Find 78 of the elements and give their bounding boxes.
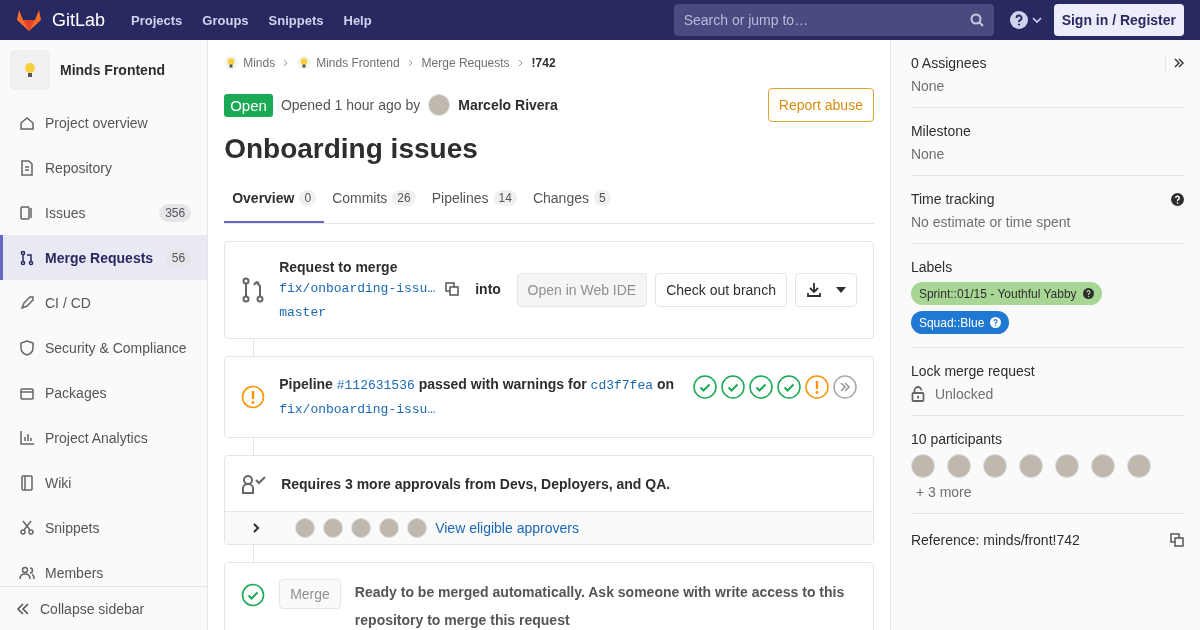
approvals-text: Requires 3 more approvals from Devs, Deployers, and QA.	[281, 475, 671, 492]
breadcrumb-link[interactable]: Minds	[243, 56, 276, 70]
section-value: None	[910, 146, 946, 162]
count-badge: 56	[165, 248, 192, 267]
view-approvers-link[interactable]: View eligible approvers	[435, 520, 579, 536]
sidebar-item-label: Project Analytics	[45, 429, 148, 446]
reference-text: Reference: minds/front!742	[910, 532, 1080, 548]
tab-label: Pipelines	[431, 189, 489, 206]
sidebar-item[interactable]: Project Analytics	[0, 425, 208, 450]
merge-status-text: Ready to be merged automatically. Ask someone with write access to this repository to merge this request	[354, 583, 846, 630]
section-title: 0 Assignees	[910, 55, 987, 71]
tab-label: Overview	[232, 189, 295, 206]
request-heading: Request to merge	[279, 258, 399, 277]
tab[interactable]: Overview 0	[224, 174, 325, 223]
count-badge: 356	[159, 203, 192, 222]
sidebar-item[interactable]: Snippets	[0, 515, 208, 540]
sidebar-item[interactable]: Wiki	[0, 470, 208, 495]
section-value: None	[910, 78, 946, 94]
brand-name[interactable]: GitLab	[52, 9, 106, 31]
sidebar-item-label: Issues	[45, 204, 86, 221]
checkout-branch-button[interactable]: Check out branch	[655, 273, 787, 307]
more-participants-link[interactable]: + 3 more	[910, 484, 972, 500]
section-title: Labels	[910, 259, 953, 275]
nav-link[interactable]: Snippets	[268, 12, 324, 28]
sidebar-item-label: CI / CD	[45, 294, 91, 311]
section-value: Unlocked	[934, 386, 994, 402]
sidebar-item[interactable]: Issues 356	[0, 200, 208, 225]
tab[interactable]: Commits 26	[324, 174, 424, 223]
sidebar-item[interactable]: Project overview	[0, 110, 208, 135]
section-title: Milestone	[910, 123, 971, 139]
sidebar-item-label: Repository	[45, 159, 112, 176]
sidebar-item[interactable]: CI / CD	[0, 290, 208, 315]
sign-in-button[interactable]: Sign in / Register	[1053, 4, 1184, 36]
merge-request-title: Onboarding issues	[224, 132, 479, 166]
pipeline-link[interactable]: #112631536	[336, 378, 415, 393]
tab[interactable]: Pipelines 14	[423, 174, 525, 223]
sidebar-item-label: Project overview	[45, 114, 148, 131]
project-name[interactable]: Minds Frontend	[60, 62, 165, 78]
search-field[interactable]: Search or jump to…	[673, 4, 994, 36]
sidebar-item[interactable]: Merge Requests 56	[0, 235, 208, 280]
tab-label: Changes	[532, 189, 589, 206]
nav-link[interactable]: Groups	[202, 12, 249, 28]
commit-link[interactable]: cd3f7fea	[590, 378, 653, 393]
section-value: No estimate or time spent	[910, 214, 1072, 230]
sidebar-item[interactable]: Packages	[0, 380, 208, 405]
sidebar-item-label: Merge Requests	[45, 249, 154, 266]
sidebar-item-label: Packages	[45, 384, 107, 401]
breadcrumb-link[interactable]: !742	[531, 56, 556, 70]
sidebar-item-label: Security & Compliance	[45, 339, 187, 356]
breadcrumb-link[interactable]: Merge Requests	[421, 56, 510, 70]
label-tag[interactable]: Sprint::01/15 - Youthful Yabby	[910, 282, 1102, 305]
sidebar-item-label: Wiki	[45, 474, 72, 491]
sidebar-item-label: Snippets	[45, 519, 100, 536]
tab[interactable]: Changes 5	[524, 174, 619, 223]
branch-link[interactable]: fix/onboarding-issu…	[279, 402, 436, 417]
section-title: 10 participants	[910, 431, 1002, 447]
author-link[interactable]: Marcelo Rivera	[458, 97, 558, 113]
nav-link[interactable]: Help	[343, 12, 372, 28]
count-badge: 5	[593, 189, 611, 206]
target-branch-link[interactable]: master	[279, 305, 326, 320]
section-title: Time tracking	[910, 191, 995, 207]
breadcrumb-link[interactable]: Minds Frontend	[316, 56, 400, 70]
pipeline-status-text: Pipeline #112631536 passed with warnings for cd3f7fea on fix/onboarding-issu…	[279, 375, 675, 419]
sidebar-item[interactable]: Security & Compliance	[0, 335, 208, 360]
source-branch-link[interactable]: fix/onboarding-issu…	[279, 278, 436, 300]
into-text: into	[475, 280, 501, 299]
label-tag[interactable]: Squad::Blue	[910, 311, 1010, 334]
count-badge: 14	[493, 189, 517, 206]
opened-text: Opened 1 hour ago by	[280, 97, 421, 113]
tab-label: Commits	[332, 189, 388, 206]
sidebar-item[interactable]: Repository	[0, 155, 208, 180]
status-badge: Open	[224, 93, 273, 117]
sidebar-item-label: Members	[45, 564, 104, 581]
count-badge: 26	[392, 189, 416, 206]
count-badge: 0	[299, 189, 317, 206]
nav-link[interactable]: Projects	[131, 12, 183, 28]
section-title: Lock merge request	[910, 363, 1035, 379]
sidebar-item[interactable]: Members	[0, 560, 208, 585]
